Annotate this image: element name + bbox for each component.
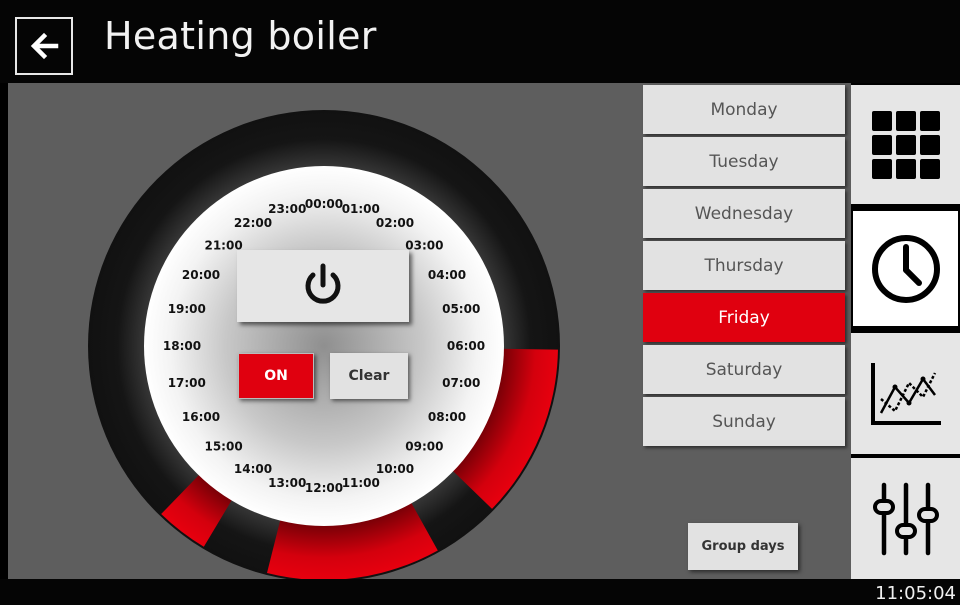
day-button-monday[interactable]: Monday	[643, 85, 845, 134]
clock-icon	[871, 234, 940, 303]
hour-label-1400[interactable]: 14:00	[234, 462, 272, 476]
hour-label-0000[interactable]: 00:00	[305, 197, 343, 211]
sidebar-schedule-button[interactable]	[851, 209, 960, 328]
hour-label-1800[interactable]: 18:00	[163, 339, 201, 353]
hour-label-2300[interactable]: 23:00	[268, 202, 306, 216]
sliders-icon	[872, 482, 939, 555]
hour-label-0500[interactable]: 05:00	[442, 302, 480, 316]
day-button-tuesday[interactable]: Tuesday	[643, 137, 845, 186]
status-bar	[0, 579, 960, 605]
hour-label-1200[interactable]: 12:00	[305, 481, 343, 495]
day-button-wednesday[interactable]: Wednesday	[643, 189, 845, 238]
hour-label-0700[interactable]: 07:00	[442, 376, 480, 390]
on-button[interactable]: ON	[238, 353, 314, 399]
hour-label-0200[interactable]: 02:00	[376, 216, 414, 230]
power-icon	[305, 263, 341, 304]
hour-label-0600[interactable]: 06:00	[447, 339, 485, 353]
hour-label-0800[interactable]: 08:00	[428, 410, 466, 424]
grid-icon	[871, 110, 940, 179]
hour-label-1100[interactable]: 11:00	[342, 476, 380, 490]
hour-label-1600[interactable]: 16:00	[182, 410, 220, 424]
hour-label-1500[interactable]: 15:00	[204, 439, 242, 453]
sidebar-chart-button[interactable]	[851, 333, 960, 454]
hour-label-2200[interactable]: 22:00	[234, 216, 272, 230]
hour-label-0900[interactable]: 09:00	[405, 439, 443, 453]
group-days-button[interactable]: Group days	[688, 523, 798, 570]
hour-label-0300[interactable]: 03:00	[405, 239, 443, 253]
day-button-sunday[interactable]: Sunday	[643, 397, 845, 446]
sidebar-settings-button[interactable]	[851, 458, 960, 579]
current-time: 11:05:04	[875, 583, 956, 604]
hour-label-1300[interactable]: 13:00	[268, 476, 306, 490]
day-button-friday[interactable]: Friday	[643, 293, 845, 342]
hour-label-0100[interactable]: 01:00	[342, 202, 380, 216]
day-button-saturday[interactable]: Saturday	[643, 345, 845, 394]
hour-label-0400[interactable]: 04:00	[428, 268, 466, 282]
sidebar-menu-button[interactable]	[851, 85, 960, 204]
hour-label-1700[interactable]: 17:00	[168, 376, 206, 390]
day-button-thursday[interactable]: Thursday	[643, 241, 845, 290]
chart-icon	[870, 362, 941, 425]
clear-button[interactable]: Clear	[330, 353, 408, 399]
hour-label-2000[interactable]: 20:00	[182, 268, 220, 282]
power-button[interactable]	[237, 250, 409, 322]
hour-label-1900[interactable]: 19:00	[168, 302, 206, 316]
hour-label-1000[interactable]: 10:00	[376, 462, 414, 476]
